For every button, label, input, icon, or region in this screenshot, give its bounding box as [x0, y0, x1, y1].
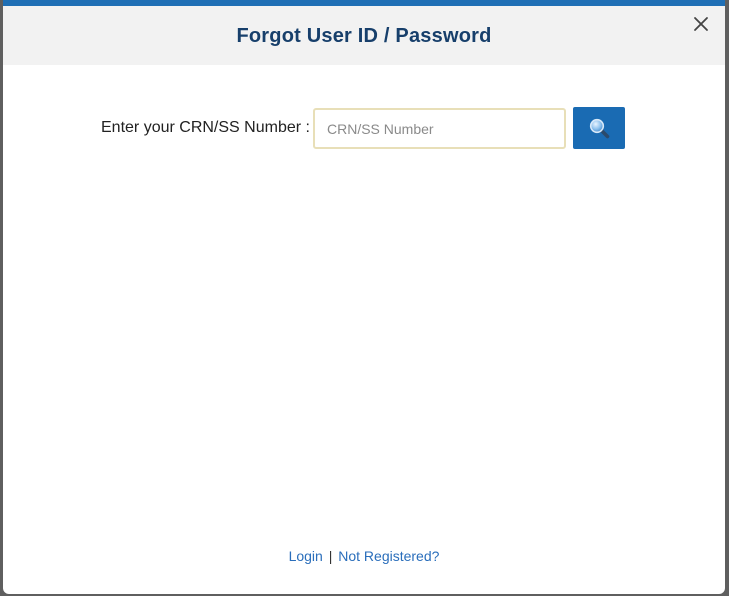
login-link[interactable]: Login: [289, 548, 323, 564]
search-button[interactable]: [573, 107, 625, 149]
close-button[interactable]: [691, 14, 711, 34]
not-registered-link[interactable]: Not Registered?: [338, 548, 439, 564]
footer-links: Login | Not Registered?: [3, 548, 725, 564]
forgot-credentials-dialog: Forgot User ID / Password Enter your CRN…: [3, 0, 725, 594]
dialog-title: Forgot User ID / Password: [236, 24, 492, 47]
crn-label: Enter your CRN/SS Number :: [101, 119, 310, 136]
link-separator: |: [328, 548, 333, 564]
close-icon: [694, 17, 708, 31]
crn-input[interactable]: [313, 108, 566, 149]
search-icon: [589, 118, 610, 139]
crn-form-row: Enter your CRN/SS Number :: [3, 107, 725, 149]
dialog-header: Forgot User ID / Password: [3, 6, 725, 65]
